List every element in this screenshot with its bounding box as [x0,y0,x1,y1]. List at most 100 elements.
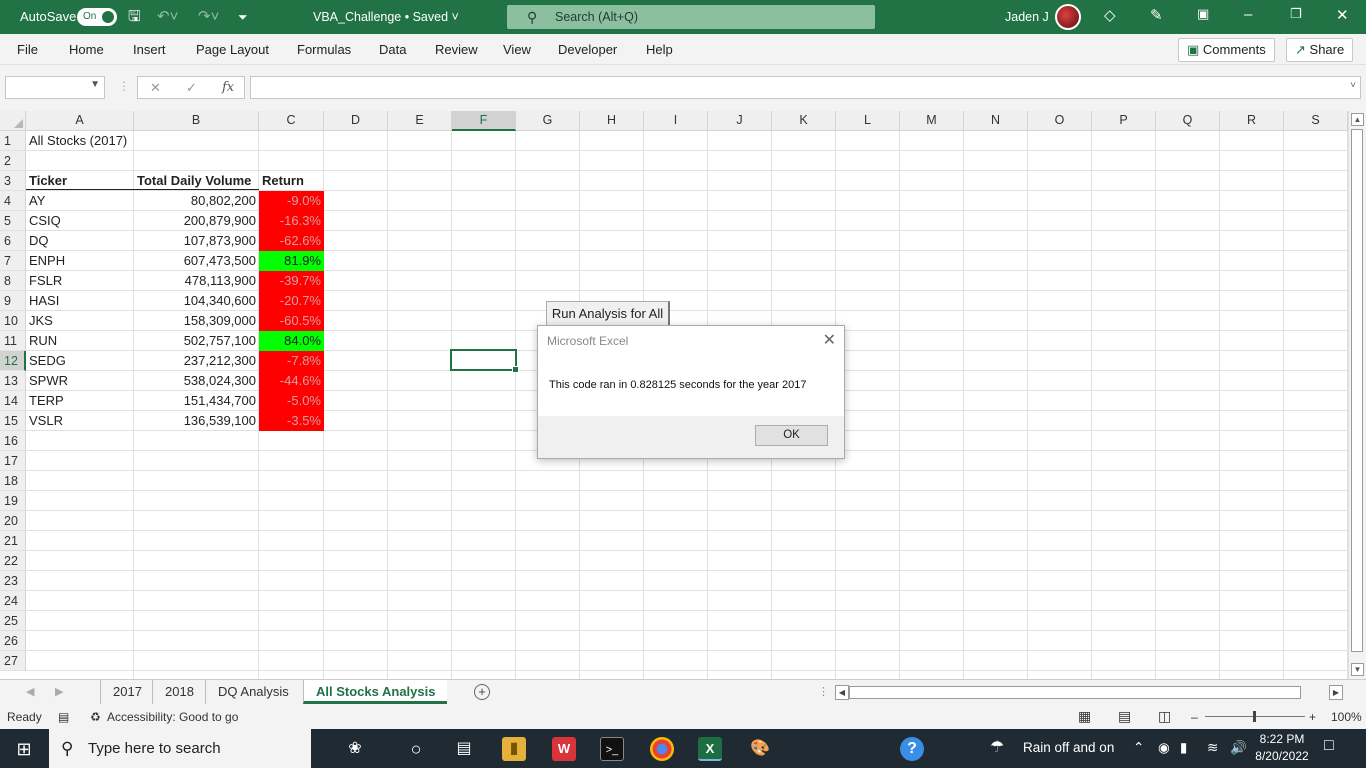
expand-formula-icon[interactable]: ˅ [1350,80,1356,91]
row-header-6[interactable]: 6 [0,231,26,251]
column-header-r[interactable]: R [1220,111,1284,131]
column-header-c[interactable]: C [259,111,324,131]
formula-input[interactable]: ˅ [250,76,1361,99]
horizontal-scrollbar[interactable]: ◀ ▶ [835,685,1345,700]
row-header-15[interactable]: 15 [0,411,26,431]
row-header-22[interactable]: 22 [0,551,26,571]
search-box[interactable]: ⚲ Search (Alt+Q) [507,5,875,29]
return-cell[interactable]: -9.0% [259,191,324,211]
tab-formulas[interactable]: Formulas [297,42,351,57]
ticker-cell[interactable]: SPWR [26,371,134,391]
close-icon[interactable]: ✕ [823,330,836,350]
volume-cell[interactable]: 104,340,600 [134,291,259,311]
task-view-icon[interactable]: ▤ [452,737,476,761]
volume-cell[interactable]: 237,212,300 [134,351,259,371]
scroll-thumb[interactable] [1351,129,1363,652]
ribbon-display-icon[interactable]: ▣ [1197,6,1209,22]
enter-icon[interactable]: ✓ [186,80,197,96]
row-header-27[interactable]: 27 [0,651,26,671]
select-all-button[interactable] [0,111,26,131]
autosave-toggle[interactable]: On [77,8,117,26]
minimize-icon[interactable]: – [1244,6,1252,23]
ticker-cell[interactable]: AY [26,191,134,211]
column-header-m[interactable]: M [900,111,964,131]
sheet-tab-2018[interactable]: 2018 [152,680,206,704]
row-header-16[interactable]: 16 [0,431,26,451]
meet-now-icon[interactable]: ◉ [1158,740,1170,756]
row-header-18[interactable]: 18 [0,471,26,491]
column-header-a[interactable]: A [26,111,134,131]
row-header-23[interactable]: 23 [0,571,26,591]
split-handle-icon[interactable]: ⋮ [818,685,829,698]
run-analysis-button[interactable]: Run Analysis for All [546,301,670,326]
tab-data[interactable]: Data [379,42,406,57]
insert-function-icon[interactable]: fx [222,80,234,95]
share-button[interactable]: ↗ Share [1286,38,1354,62]
weather-icon[interactable]: ☂ [990,737,1004,757]
column-header-e[interactable]: E [388,111,452,131]
undo-icon[interactable]: ↶˅ [157,7,178,27]
restore-icon[interactable]: ❐ [1290,6,1302,22]
row-header-20[interactable]: 20 [0,511,26,531]
scroll-down-icon[interactable]: ▼ [1351,663,1364,676]
close-icon[interactable]: ✕ [1336,6,1349,24]
row-header-24[interactable]: 24 [0,591,26,611]
column-header-f[interactable]: F [452,111,516,131]
row-header-13[interactable]: 13 [0,371,26,391]
row-header-14[interactable]: 14 [0,391,26,411]
diamond-icon[interactable]: ◇ [1104,6,1116,24]
avatar[interactable] [1055,4,1081,30]
cortana-icon[interactable]: ○ [404,737,428,761]
page-layout-view-icon[interactable]: ▤ [1118,708,1131,725]
save-icon[interactable]: 🖫 [128,7,141,27]
tab-prev-icon[interactable]: ◀ [26,685,34,698]
header-volume[interactable]: Total Daily Volume [134,171,259,191]
volume-cell[interactable]: 107,873,900 [134,231,259,251]
row-header-12[interactable]: 12 [0,351,26,371]
sheet-tab-dq-analysis[interactable]: DQ Analysis [205,680,301,704]
zoom-out-icon[interactable]: – [1191,710,1198,724]
excel-icon[interactable]: X [698,737,722,761]
show-hidden-icons-icon[interactable]: ⌃ [1133,740,1144,756]
more-icon[interactable]: ⋮ [118,79,130,93]
normal-view-icon[interactable]: ▦ [1078,708,1091,725]
ticker-cell[interactable]: VSLR [26,411,134,431]
customize-toolbar-icon[interactable]: ⏷ [238,7,248,27]
return-cell[interactable]: -39.7% [259,271,324,291]
column-header-j[interactable]: J [708,111,772,131]
tab-page-layout[interactable]: Page Layout [196,42,269,57]
terminal-icon[interactable]: >_ [600,737,624,761]
scroll-right-icon[interactable]: ▶ [1329,685,1343,700]
clock[interactable]: 8:22 PM 8/20/2022 [1252,731,1312,765]
sheet-tab-all-stocks-analysis[interactable]: All Stocks Analysis [303,680,448,704]
wifi-icon[interactable]: ≋ [1207,740,1218,756]
column-header-n[interactable]: N [964,111,1028,131]
row-header-9[interactable]: 9 [0,291,26,311]
volume-cell[interactable]: 80,802,200 [134,191,259,211]
comments-button[interactable]: ▣ Comments [1178,38,1275,62]
chrome-icon[interactable] [650,737,674,761]
column-header-o[interactable]: O [1028,111,1092,131]
accessibility-status[interactable]: Accessibility: Good to go [107,710,238,724]
column-header-i[interactable]: I [644,111,708,131]
volume-cell[interactable]: 607,473,500 [134,251,259,271]
return-cell[interactable]: -7.8% [259,351,324,371]
tab-help[interactable]: Help [646,42,673,57]
ticker-cell[interactable]: HASI [26,291,134,311]
ticker-cell[interactable]: ENPH [26,251,134,271]
row-header-2[interactable]: 2 [0,151,26,171]
page-break-view-icon[interactable]: ◫ [1158,708,1171,725]
ok-button[interactable]: OK [755,425,828,446]
row-header-21[interactable]: 21 [0,531,26,551]
volume-cell[interactable]: 538,024,300 [134,371,259,391]
ticker-cell[interactable]: DQ [26,231,134,251]
wps-office-icon[interactable]: W [552,737,576,761]
battery-icon[interactable]: ▮ [1180,740,1187,756]
row-header-8[interactable]: 8 [0,271,26,291]
column-header-h[interactable]: H [580,111,644,131]
volume-cell[interactable]: 478,113,900 [134,271,259,291]
column-header-l[interactable]: L [836,111,900,131]
row-header-17[interactable]: 17 [0,451,26,471]
pen-icon[interactable]: ✎ [1150,6,1163,24]
user-name[interactable]: Jaden J [1005,10,1049,24]
